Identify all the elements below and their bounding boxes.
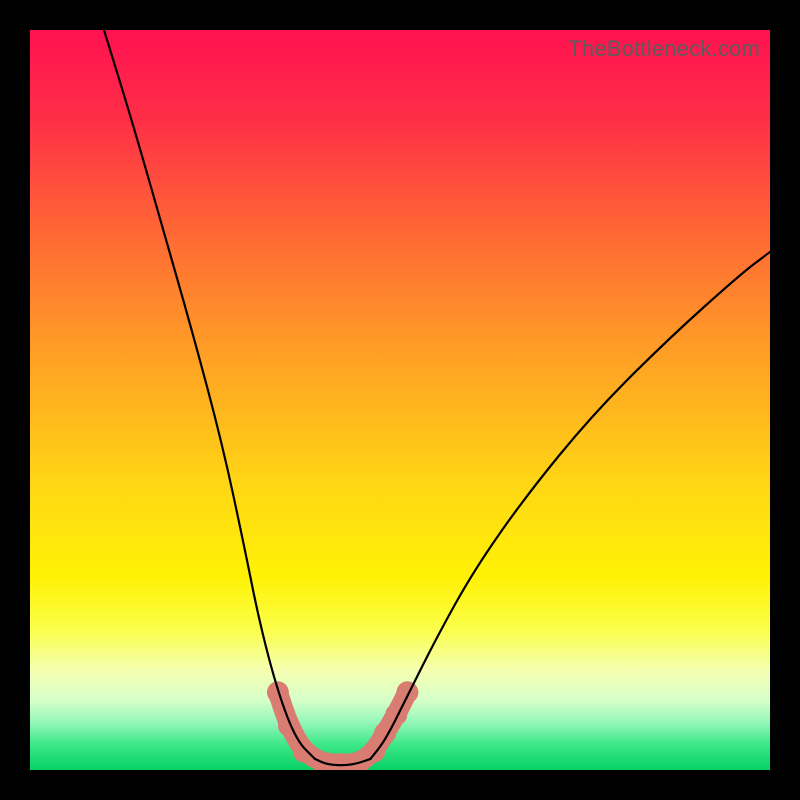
marker-dot — [385, 704, 407, 726]
curve-right-branch — [370, 252, 770, 759]
watermark-text: TheBottleneck.com — [568, 36, 760, 62]
chart-frame: TheBottleneck.com — [0, 0, 800, 800]
marker-dot — [293, 741, 315, 763]
marker-dot — [396, 681, 418, 703]
highlighted-points — [267, 681, 419, 770]
curve-left-branch — [104, 30, 315, 759]
curve-layer — [30, 30, 770, 770]
marker-dot — [278, 715, 300, 737]
plot-area: TheBottleneck.com — [30, 30, 770, 770]
